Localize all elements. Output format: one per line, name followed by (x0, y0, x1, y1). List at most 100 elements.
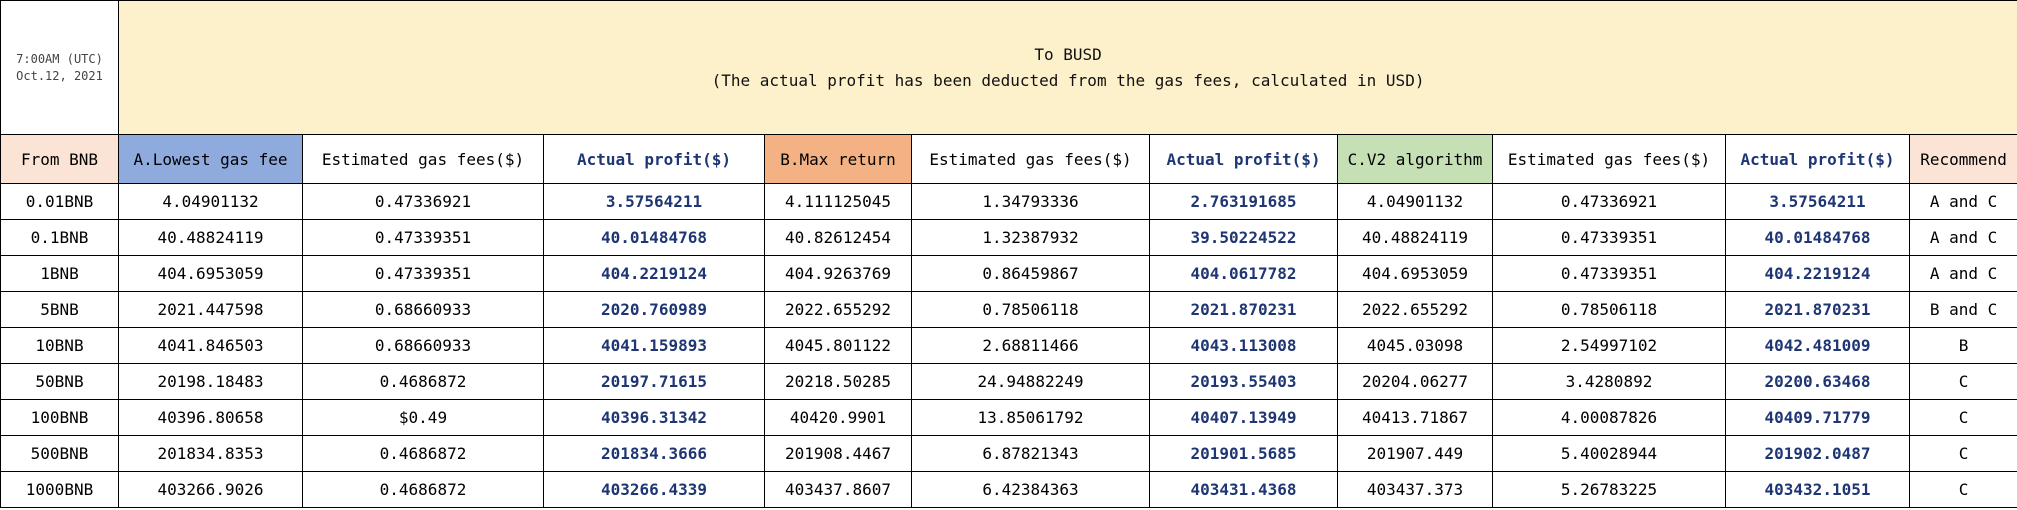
header-b-profit: Actual profit($) (1149, 134, 1338, 184)
a-gas-cell: 0.47339351 (302, 255, 544, 292)
a-profit-cell: 40.01484768 (543, 219, 765, 256)
table-row: 0.1BNB 40.48824119 0.47339351 40.01484768 40… (0, 219, 2017, 256)
table-row: 10BNB 4041.846503 0.68660933 4041.159893 404… (0, 327, 2017, 364)
a-profit-cell: 4041.159893 (543, 327, 765, 364)
from-amount-cell: 5BNB (0, 291, 119, 328)
b-profit-cell: 2.763191685 (1149, 183, 1338, 220)
c-gas-cell: 3.4280892 (1492, 363, 1726, 400)
from-amount-cell: 1000BNB (0, 471, 119, 508)
b-return-cell: 40420.9901 (764, 399, 912, 436)
b-gas-cell: 13.85061792 (911, 399, 1150, 436)
a-return-cell: 2021.447598 (118, 291, 303, 328)
table-row: 500BNB 201834.8353 0.4686872 201834.3666 201… (0, 435, 2017, 472)
b-return-cell: 2022.655292 (764, 291, 912, 328)
a-profit-cell: 2020.760989 (543, 291, 765, 328)
header-recommend: Recommend (1908, 134, 2017, 184)
header-c-gas: Estimated gas fees($) (1492, 134, 1726, 184)
b-return-cell: 20218.50285 (764, 363, 912, 400)
c-return-cell: 40413.71867 (1337, 399, 1493, 436)
b-profit-cell: 40407.13949 (1149, 399, 1338, 436)
c-profit-cell: 2021.870231 (1725, 291, 1910, 328)
table-row: 5BNB 2021.447598 0.68660933 2020.760989 2022… (0, 291, 2017, 328)
recommend-cell: A and C (1908, 183, 2017, 220)
c-profit-cell: 40.01484768 (1725, 219, 1910, 256)
table-row: 1000BNB 403266.9026 0.4686872 403266.4339 40… (0, 471, 2017, 508)
a-gas-cell: 0.4686872 (302, 363, 544, 400)
recommend-cell: B (1908, 327, 2017, 364)
from-amount-cell: 10BNB (0, 327, 119, 364)
c-return-cell: 4.04901132 (1337, 183, 1493, 220)
c-gas-cell: 5.26783225 (1492, 471, 1726, 508)
a-return-cell: 4.04901132 (118, 183, 303, 220)
b-profit-cell: 201901.5685 (1149, 435, 1338, 472)
from-amount-cell: 1BNB (0, 255, 119, 292)
a-gas-cell: 0.4686872 (302, 435, 544, 472)
from-amount-cell: 0.1BNB (0, 219, 119, 256)
b-return-cell: 201908.4467 (764, 435, 912, 472)
c-gas-cell: 0.47339351 (1492, 219, 1726, 256)
header-c-name: C.V2 algorithm (1337, 134, 1493, 184)
c-return-cell: 4045.03098 (1337, 327, 1493, 364)
c-gas-cell: 0.78506118 (1492, 291, 1726, 328)
b-gas-cell: 6.87821343 (911, 435, 1150, 472)
c-profit-cell: 404.2219124 (1725, 255, 1910, 292)
b-profit-cell: 403431.4368 (1149, 471, 1338, 508)
c-profit-cell: 3.57564211 (1725, 183, 1910, 220)
a-gas-cell: 0.68660933 (302, 291, 544, 328)
c-profit-cell: 40409.71779 (1725, 399, 1910, 436)
recommend-cell: C (1908, 399, 2017, 436)
table-row: 100BNB 40396.80658 $0.49 40396.31342 40420.9… (0, 399, 2017, 436)
a-gas-cell: 0.68660933 (302, 327, 544, 364)
a-profit-cell: 201834.3666 (543, 435, 765, 472)
header-b-name: B.Max return (764, 134, 912, 184)
b-return-cell: 4.111125045 (764, 183, 912, 220)
a-return-cell: 40396.80658 (118, 399, 303, 436)
timestamp-time: 7:00AM (UTC) (16, 51, 103, 66)
b-profit-cell: 4043.113008 (1149, 327, 1338, 364)
header-row: From BNB A.Lowest gas fee Estimated gas … (0, 134, 2017, 184)
header-a-gas: Estimated gas fees($) (302, 134, 544, 184)
header-a-name: A.Lowest gas fee (118, 134, 303, 184)
header-c-profit: Actual profit($) (1725, 134, 1910, 184)
b-profit-cell: 20193.55403 (1149, 363, 1338, 400)
recommend-cell: C (1908, 471, 2017, 508)
c-profit-cell: 201902.0487 (1725, 435, 1910, 472)
c-return-cell: 404.6953059 (1337, 255, 1493, 292)
from-amount-cell: 500BNB (0, 435, 119, 472)
table-row: 50BNB 20198.18483 0.4686872 20197.71615 2021… (0, 363, 2017, 400)
b-gas-cell: 0.78506118 (911, 291, 1150, 328)
c-return-cell: 20204.06277 (1337, 363, 1493, 400)
a-return-cell: 201834.8353 (118, 435, 303, 472)
banner-subtitle: (The actual profit has been deducted fro… (711, 70, 1425, 90)
b-return-cell: 40.82612454 (764, 219, 912, 256)
table-row: 1BNB 404.6953059 0.47339351 404.2219124 404.… (0, 255, 2017, 292)
a-profit-cell: 404.2219124 (543, 255, 765, 292)
a-gas-cell: 0.4686872 (302, 471, 544, 508)
c-profit-cell: 20200.63468 (1725, 363, 1910, 400)
header-a-profit: Actual profit($) (543, 134, 765, 184)
c-gas-cell: 0.47336921 (1492, 183, 1726, 220)
c-return-cell: 40.48824119 (1337, 219, 1493, 256)
c-gas-cell: 4.00087826 (1492, 399, 1726, 436)
recommend-cell: C (1908, 435, 2017, 472)
b-profit-cell: 404.0617782 (1149, 255, 1338, 292)
c-return-cell: 403437.373 (1337, 471, 1493, 508)
a-return-cell: 20198.18483 (118, 363, 303, 400)
from-amount-cell: 50BNB (0, 363, 119, 400)
b-return-cell: 4045.801122 (764, 327, 912, 364)
c-gas-cell: 0.47339351 (1492, 255, 1726, 292)
b-gas-cell: 1.32387932 (911, 219, 1150, 256)
recommend-cell: A and C (1908, 255, 2017, 292)
table-row: 0.01BNB 4.04901132 0.47336921 3.57564211 4.1… (0, 183, 2017, 220)
a-profit-cell: 20197.71615 (543, 363, 765, 400)
from-amount-cell: 0.01BNB (0, 183, 119, 220)
a-return-cell: 404.6953059 (118, 255, 303, 292)
banner-cell: To BUSD (The actual profit has been dedu… (117, 0, 2017, 135)
a-return-cell: 4041.846503 (118, 327, 303, 364)
a-gas-cell: 0.47339351 (302, 219, 544, 256)
recommend-cell: A and C (1908, 219, 2017, 256)
a-gas-cell: 0.47336921 (302, 183, 544, 220)
header-b-gas: Estimated gas fees($) (911, 134, 1150, 184)
b-return-cell: 404.9263769 (764, 255, 912, 292)
c-return-cell: 201907.449 (1337, 435, 1493, 472)
